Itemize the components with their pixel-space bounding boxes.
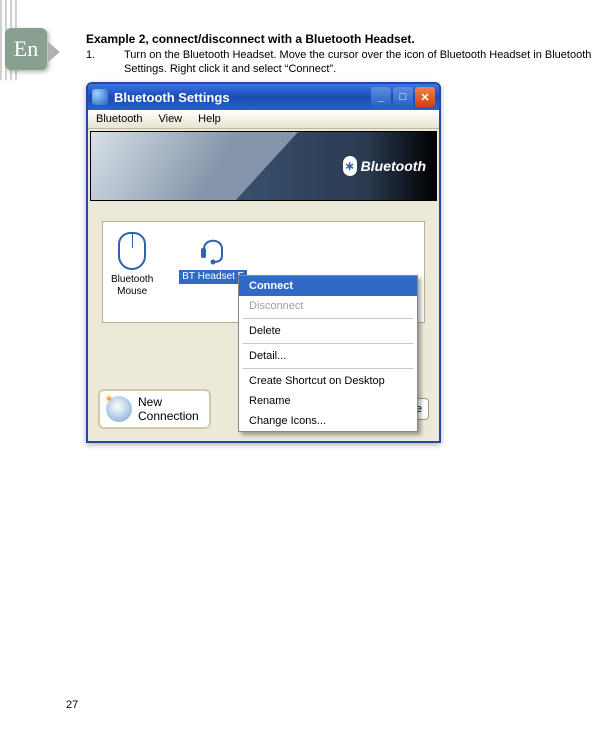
cm-separator: [243, 343, 413, 344]
antenna-icon: [106, 396, 132, 422]
step-text: Turn on the Bluetooth Headset. Move the …: [124, 48, 596, 76]
window-title: Bluetooth Settings: [114, 90, 371, 105]
cm-delete[interactable]: Delete: [239, 321, 417, 341]
menu-help[interactable]: Help: [198, 113, 221, 125]
headset-icon: [198, 232, 228, 266]
cm-detail[interactable]: Detail...: [239, 346, 417, 366]
context-menu: Connect Disconnect Delete Detail... Crea…: [238, 275, 418, 432]
new-connection-button[interactable]: New Connection: [98, 389, 211, 429]
language-badge: En: [5, 28, 47, 70]
window-titlebar[interactable]: Bluetooth Settings _ □ ✕: [88, 84, 439, 110]
cm-rename[interactable]: Rename: [239, 391, 417, 411]
maximize-button[interactable]: □: [393, 87, 413, 107]
app-icon: [92, 89, 108, 105]
step-number: 1.: [86, 48, 124, 76]
cm-separator: [243, 368, 413, 369]
mouse-icon: [118, 232, 146, 270]
cm-disconnect: Disconnect: [239, 296, 417, 316]
bluetooth-logo-text: Bluetooth: [361, 158, 426, 174]
window-controls: _ □ ✕: [371, 87, 435, 107]
device-label-headset: BT Headset F: [179, 270, 247, 284]
bluetooth-icon: ∗: [343, 156, 357, 176]
example-heading: Example 2, connect/disconnect with a Blu…: [86, 32, 596, 46]
deco-arrow: [48, 42, 60, 62]
banner-image: [91, 132, 298, 200]
minimize-button[interactable]: _: [371, 87, 391, 107]
close-button[interactable]: ✕: [415, 87, 435, 107]
bluetooth-logo: ∗ Bluetooth: [343, 156, 426, 176]
cm-connect[interactable]: Connect: [239, 276, 417, 296]
step-item: 1. Turn on the Bluetooth Headset. Move t…: [86, 48, 596, 76]
cm-separator: [243, 318, 413, 319]
cm-change-icons[interactable]: Change Icons...: [239, 411, 417, 431]
new-connection-label: New Connection: [138, 395, 199, 423]
content-area: Example 2, connect/disconnect with a Blu…: [86, 32, 596, 443]
device-bluetooth-mouse[interactable]: Bluetooth Mouse: [111, 232, 153, 298]
bluetooth-settings-window: Bluetooth Settings _ □ ✕ Bluetooth View …: [86, 82, 441, 443]
page-margin-decoration: En: [0, 0, 50, 80]
brand-banner: ∗ Bluetooth: [90, 131, 437, 201]
menu-bluetooth[interactable]: Bluetooth: [96, 113, 142, 125]
menu-bar: Bluetooth View Help: [88, 110, 439, 129]
page-number: 27: [66, 699, 78, 711]
device-label-mouse: Bluetooth Mouse: [111, 274, 153, 298]
devices-area: Bluetooth Mouse BT Headset F Connect Dis…: [88, 203, 439, 383]
device-bt-headset[interactable]: BT Headset F: [179, 232, 247, 284]
menu-view[interactable]: View: [158, 113, 182, 125]
cm-create-shortcut[interactable]: Create Shortcut on Desktop: [239, 371, 417, 391]
